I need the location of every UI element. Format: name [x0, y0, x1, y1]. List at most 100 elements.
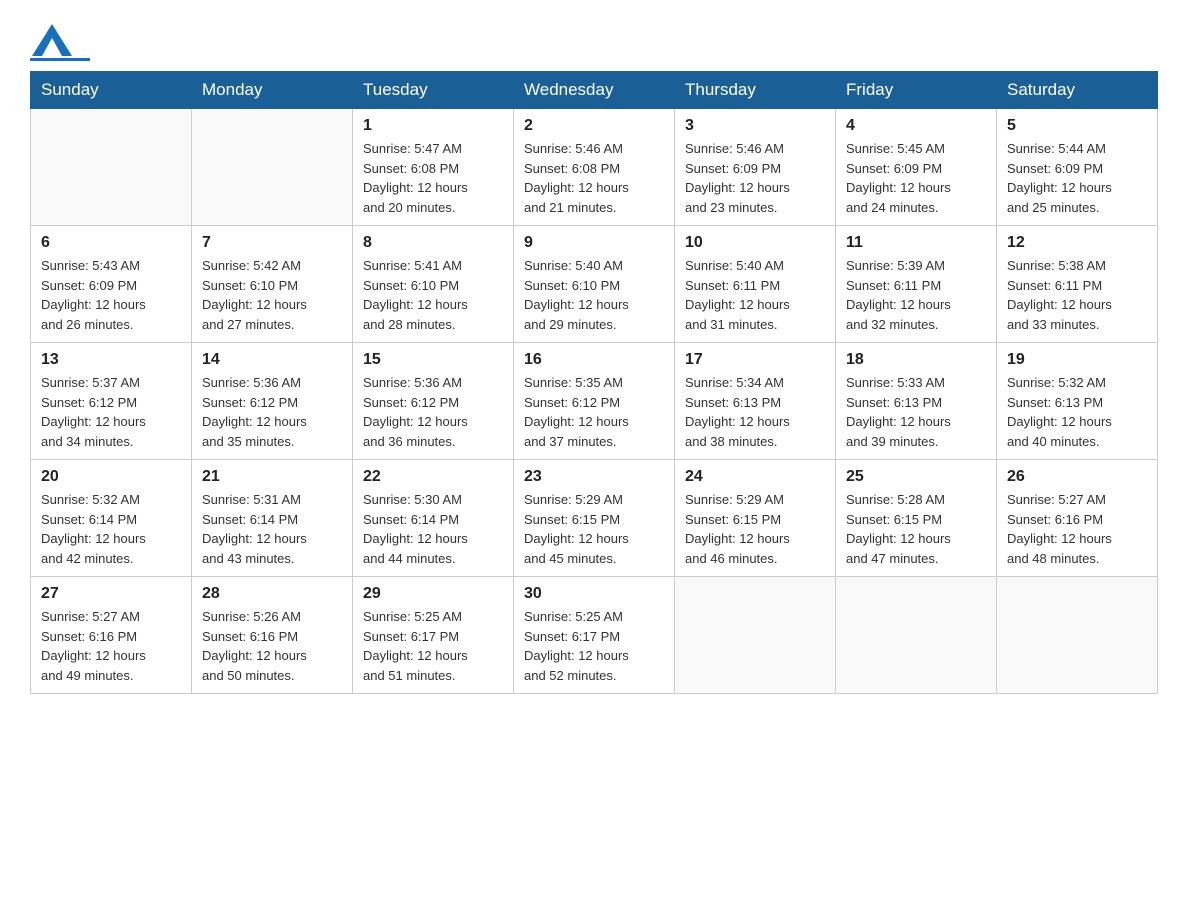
calendar-cell: 8 Sunrise: 5:41 AM Sunset: 6:10 PM Daylig… [353, 226, 514, 343]
day-info: Sunrise: 5:41 AM Sunset: 6:10 PM Dayligh… [363, 256, 503, 334]
day-number: 9 [524, 234, 664, 252]
calendar-cell: 11 Sunrise: 5:39 AM Sunset: 6:11 PM Dayli… [836, 226, 997, 343]
day-number: 22 [363, 468, 503, 486]
day-info: Sunrise: 5:30 AM Sunset: 6:14 PM Dayligh… [363, 490, 503, 568]
day-number: 19 [1007, 351, 1147, 369]
day-number: 14 [202, 351, 342, 369]
calendar-cell [31, 109, 192, 226]
weekday-header-friday: Friday [836, 72, 997, 109]
calendar-cell: 3 Sunrise: 5:46 AM Sunset: 6:09 PM Daylig… [675, 109, 836, 226]
day-info: Sunrise: 5:27 AM Sunset: 6:16 PM Dayligh… [41, 607, 181, 685]
logo-line [30, 58, 90, 61]
day-number: 4 [846, 117, 986, 135]
calendar-cell: 27Sunrise: 5:27 AM Sunset: 6:16 PM Dayli… [31, 577, 192, 694]
day-info: Sunrise: 5:28 AM Sunset: 6:15 PM Dayligh… [846, 490, 986, 568]
calendar-cell [675, 577, 836, 694]
day-number: 13 [41, 351, 181, 369]
day-info: Sunrise: 5:25 AM Sunset: 6:17 PM Dayligh… [363, 607, 503, 685]
weekday-header-sunday: Sunday [31, 72, 192, 109]
day-number: 1 [363, 117, 503, 135]
day-info: Sunrise: 5:34 AM Sunset: 6:13 PM Dayligh… [685, 373, 825, 451]
day-info: Sunrise: 5:43 AM Sunset: 6:09 PM Dayligh… [41, 256, 181, 334]
day-number: 8 [363, 234, 503, 252]
calendar-cell [997, 577, 1158, 694]
day-info: Sunrise: 5:26 AM Sunset: 6:16 PM Dayligh… [202, 607, 342, 685]
day-info: Sunrise: 5:46 AM Sunset: 6:08 PM Dayligh… [524, 139, 664, 217]
calendar-table: SundayMondayTuesdayWednesdayThursdayFrid… [30, 71, 1158, 694]
calendar-week-row: 20 Sunrise: 5:32 AM Sunset: 6:14 PM Dayli… [31, 460, 1158, 577]
day-info: Sunrise: 5:29 AM Sunset: 6:15 PM Dayligh… [524, 490, 664, 568]
day-number: 20 [41, 468, 181, 486]
day-info: Sunrise: 5:33 AM Sunset: 6:13 PM Dayligh… [846, 373, 986, 451]
day-info: Sunrise: 5:32 AM Sunset: 6:14 PM Dayligh… [41, 490, 181, 568]
calendar-cell: 5Sunrise: 5:44 AM Sunset: 6:09 PM Daylig… [997, 109, 1158, 226]
calendar-cell: 20 Sunrise: 5:32 AM Sunset: 6:14 PM Dayli… [31, 460, 192, 577]
calendar-cell: 26 Sunrise: 5:27 AM Sunset: 6:16 PM Dayli… [997, 460, 1158, 577]
weekday-header-thursday: Thursday [675, 72, 836, 109]
day-number: 17 [685, 351, 825, 369]
day-info: Sunrise: 5:31 AM Sunset: 6:14 PM Dayligh… [202, 490, 342, 568]
day-number: 16 [524, 351, 664, 369]
day-number: 25 [846, 468, 986, 486]
day-info: Sunrise: 5:27 AM Sunset: 6:16 PM Dayligh… [1007, 490, 1147, 568]
calendar-header-row: SundayMondayTuesdayWednesdayThursdayFrid… [31, 72, 1158, 109]
day-info: Sunrise: 5:46 AM Sunset: 6:09 PM Dayligh… [685, 139, 825, 217]
day-info: Sunrise: 5:36 AM Sunset: 6:12 PM Dayligh… [202, 373, 342, 451]
calendar-cell: 25 Sunrise: 5:28 AM Sunset: 6:15 PM Dayli… [836, 460, 997, 577]
day-info: Sunrise: 5:29 AM Sunset: 6:15 PM Dayligh… [685, 490, 825, 568]
calendar-cell: 6 Sunrise: 5:43 AM Sunset: 6:09 PM Daylig… [31, 226, 192, 343]
logo [30, 20, 96, 61]
day-info: Sunrise: 5:32 AM Sunset: 6:13 PM Dayligh… [1007, 373, 1147, 451]
day-info: Sunrise: 5:35 AM Sunset: 6:12 PM Dayligh… [524, 373, 664, 451]
day-info: Sunrise: 5:39 AM Sunset: 6:11 PM Dayligh… [846, 256, 986, 334]
weekday-header-saturday: Saturday [997, 72, 1158, 109]
day-info: Sunrise: 5:37 AM Sunset: 6:12 PM Dayligh… [41, 373, 181, 451]
day-info: Sunrise: 5:45 AM Sunset: 6:09 PM Dayligh… [846, 139, 986, 217]
day-info: Sunrise: 5:25 AM Sunset: 6:17 PM Dayligh… [524, 607, 664, 685]
day-number: 2 [524, 117, 664, 135]
calendar-week-row: 1 Sunrise: 5:47 AM Sunset: 6:08 PM Daylig… [31, 109, 1158, 226]
page-header [30, 20, 1158, 61]
day-info: Sunrise: 5:38 AM Sunset: 6:11 PM Dayligh… [1007, 256, 1147, 334]
day-number: 29 [363, 585, 503, 603]
calendar-cell: 7 Sunrise: 5:42 AM Sunset: 6:10 PM Daylig… [192, 226, 353, 343]
weekday-header-monday: Monday [192, 72, 353, 109]
day-number: 26 [1007, 468, 1147, 486]
calendar-week-row: 27Sunrise: 5:27 AM Sunset: 6:16 PM Dayli… [31, 577, 1158, 694]
day-number: 11 [846, 234, 986, 252]
calendar-cell: 4 Sunrise: 5:45 AM Sunset: 6:09 PM Daylig… [836, 109, 997, 226]
calendar-cell: 19 Sunrise: 5:32 AM Sunset: 6:13 PM Dayli… [997, 343, 1158, 460]
weekday-header-tuesday: Tuesday [353, 72, 514, 109]
day-number: 7 [202, 234, 342, 252]
day-info: Sunrise: 5:36 AM Sunset: 6:12 PM Dayligh… [363, 373, 503, 451]
day-number: 10 [685, 234, 825, 252]
calendar-cell: 29 Sunrise: 5:25 AM Sunset: 6:17 PM Dayli… [353, 577, 514, 694]
calendar-cell [192, 109, 353, 226]
calendar-cell: 15 Sunrise: 5:36 AM Sunset: 6:12 PM Dayli… [353, 343, 514, 460]
calendar-week-row: 6 Sunrise: 5:43 AM Sunset: 6:09 PM Daylig… [31, 226, 1158, 343]
day-number: 23 [524, 468, 664, 486]
day-number: 15 [363, 351, 503, 369]
calendar-cell: 18 Sunrise: 5:33 AM Sunset: 6:13 PM Dayli… [836, 343, 997, 460]
weekday-header-wednesday: Wednesday [514, 72, 675, 109]
day-info: Sunrise: 5:40 AM Sunset: 6:11 PM Dayligh… [685, 256, 825, 334]
day-number: 18 [846, 351, 986, 369]
day-number: 12 [1007, 234, 1147, 252]
calendar-cell: 13 Sunrise: 5:37 AM Sunset: 6:12 PM Dayli… [31, 343, 192, 460]
calendar-cell: 16 Sunrise: 5:35 AM Sunset: 6:12 PM Dayli… [514, 343, 675, 460]
calendar-cell: 30Sunrise: 5:25 AM Sunset: 6:17 PM Dayli… [514, 577, 675, 694]
day-number: 21 [202, 468, 342, 486]
calendar-cell: 24 Sunrise: 5:29 AM Sunset: 6:15 PM Dayli… [675, 460, 836, 577]
day-number: 6 [41, 234, 181, 252]
day-info: Sunrise: 5:47 AM Sunset: 6:08 PM Dayligh… [363, 139, 503, 217]
calendar-cell [836, 577, 997, 694]
calendar-cell: 12 Sunrise: 5:38 AM Sunset: 6:11 PM Dayli… [997, 226, 1158, 343]
calendar-cell: 22 Sunrise: 5:30 AM Sunset: 6:14 PM Dayli… [353, 460, 514, 577]
calendar-cell: 28Sunrise: 5:26 AM Sunset: 6:16 PM Dayli… [192, 577, 353, 694]
calendar-cell: 21 Sunrise: 5:31 AM Sunset: 6:14 PM Dayli… [192, 460, 353, 577]
day-number: 3 [685, 117, 825, 135]
calendar-cell: 23 Sunrise: 5:29 AM Sunset: 6:15 PM Dayli… [514, 460, 675, 577]
calendar-cell: 2 Sunrise: 5:46 AM Sunset: 6:08 PM Daylig… [514, 109, 675, 226]
day-info: Sunrise: 5:42 AM Sunset: 6:10 PM Dayligh… [202, 256, 342, 334]
day-number: 24 [685, 468, 825, 486]
